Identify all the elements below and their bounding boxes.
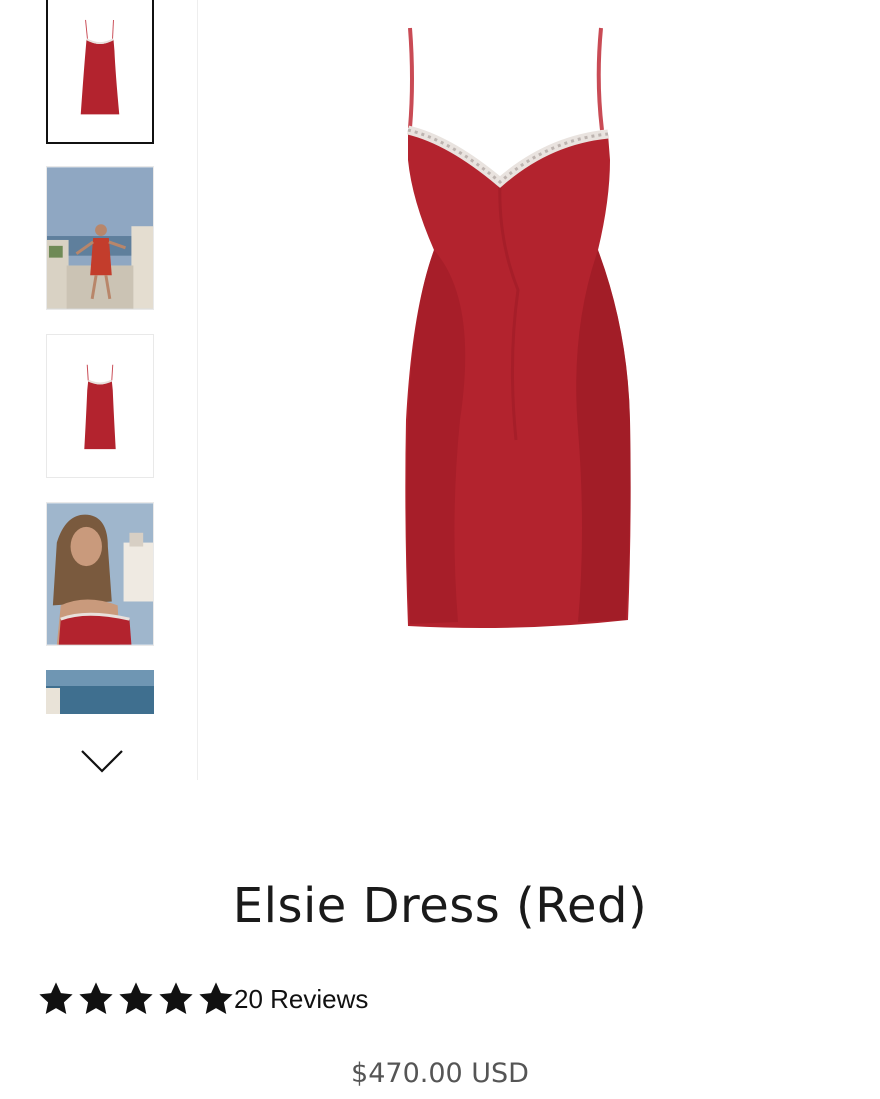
star-icon bbox=[159, 982, 193, 1015]
product-price: $470.00 USD bbox=[351, 1058, 529, 1089]
thumbnail-dress-front[interactable] bbox=[46, 0, 154, 144]
chevron-down-icon bbox=[81, 750, 123, 773]
star-icon bbox=[39, 982, 73, 1015]
rating-summary[interactable]: 20 Reviews bbox=[36, 980, 368, 1018]
model-terrace-image bbox=[47, 167, 153, 309]
thumbnail-sea-view[interactable] bbox=[46, 670, 154, 714]
star-icon bbox=[199, 982, 233, 1015]
thumbnail-dress-front-small[interactable] bbox=[46, 334, 154, 478]
dress-front-small-image bbox=[47, 335, 153, 477]
thumbnail-model-terrace[interactable] bbox=[46, 166, 154, 310]
star-icon bbox=[79, 982, 113, 1015]
sea-view-image bbox=[46, 670, 154, 714]
thumbnail-model-closeup[interactable] bbox=[46, 502, 154, 646]
thumbnails-scroll-down-button[interactable] bbox=[78, 742, 126, 776]
star-rating bbox=[36, 980, 236, 1018]
dress-front-large-image bbox=[198, 0, 844, 780]
reviews-link[interactable]: 20 Reviews bbox=[234, 984, 368, 1015]
main-product-image[interactable] bbox=[197, 0, 844, 780]
star-icon bbox=[119, 982, 153, 1015]
dress-front-image bbox=[48, 0, 152, 142]
model-closeup-image bbox=[47, 503, 153, 645]
product-page: Elsie Dress (Red) 20 Reviews $470.00 USD bbox=[0, 0, 880, 1099]
product-title: Elsie Dress (Red) bbox=[232, 878, 648, 934]
